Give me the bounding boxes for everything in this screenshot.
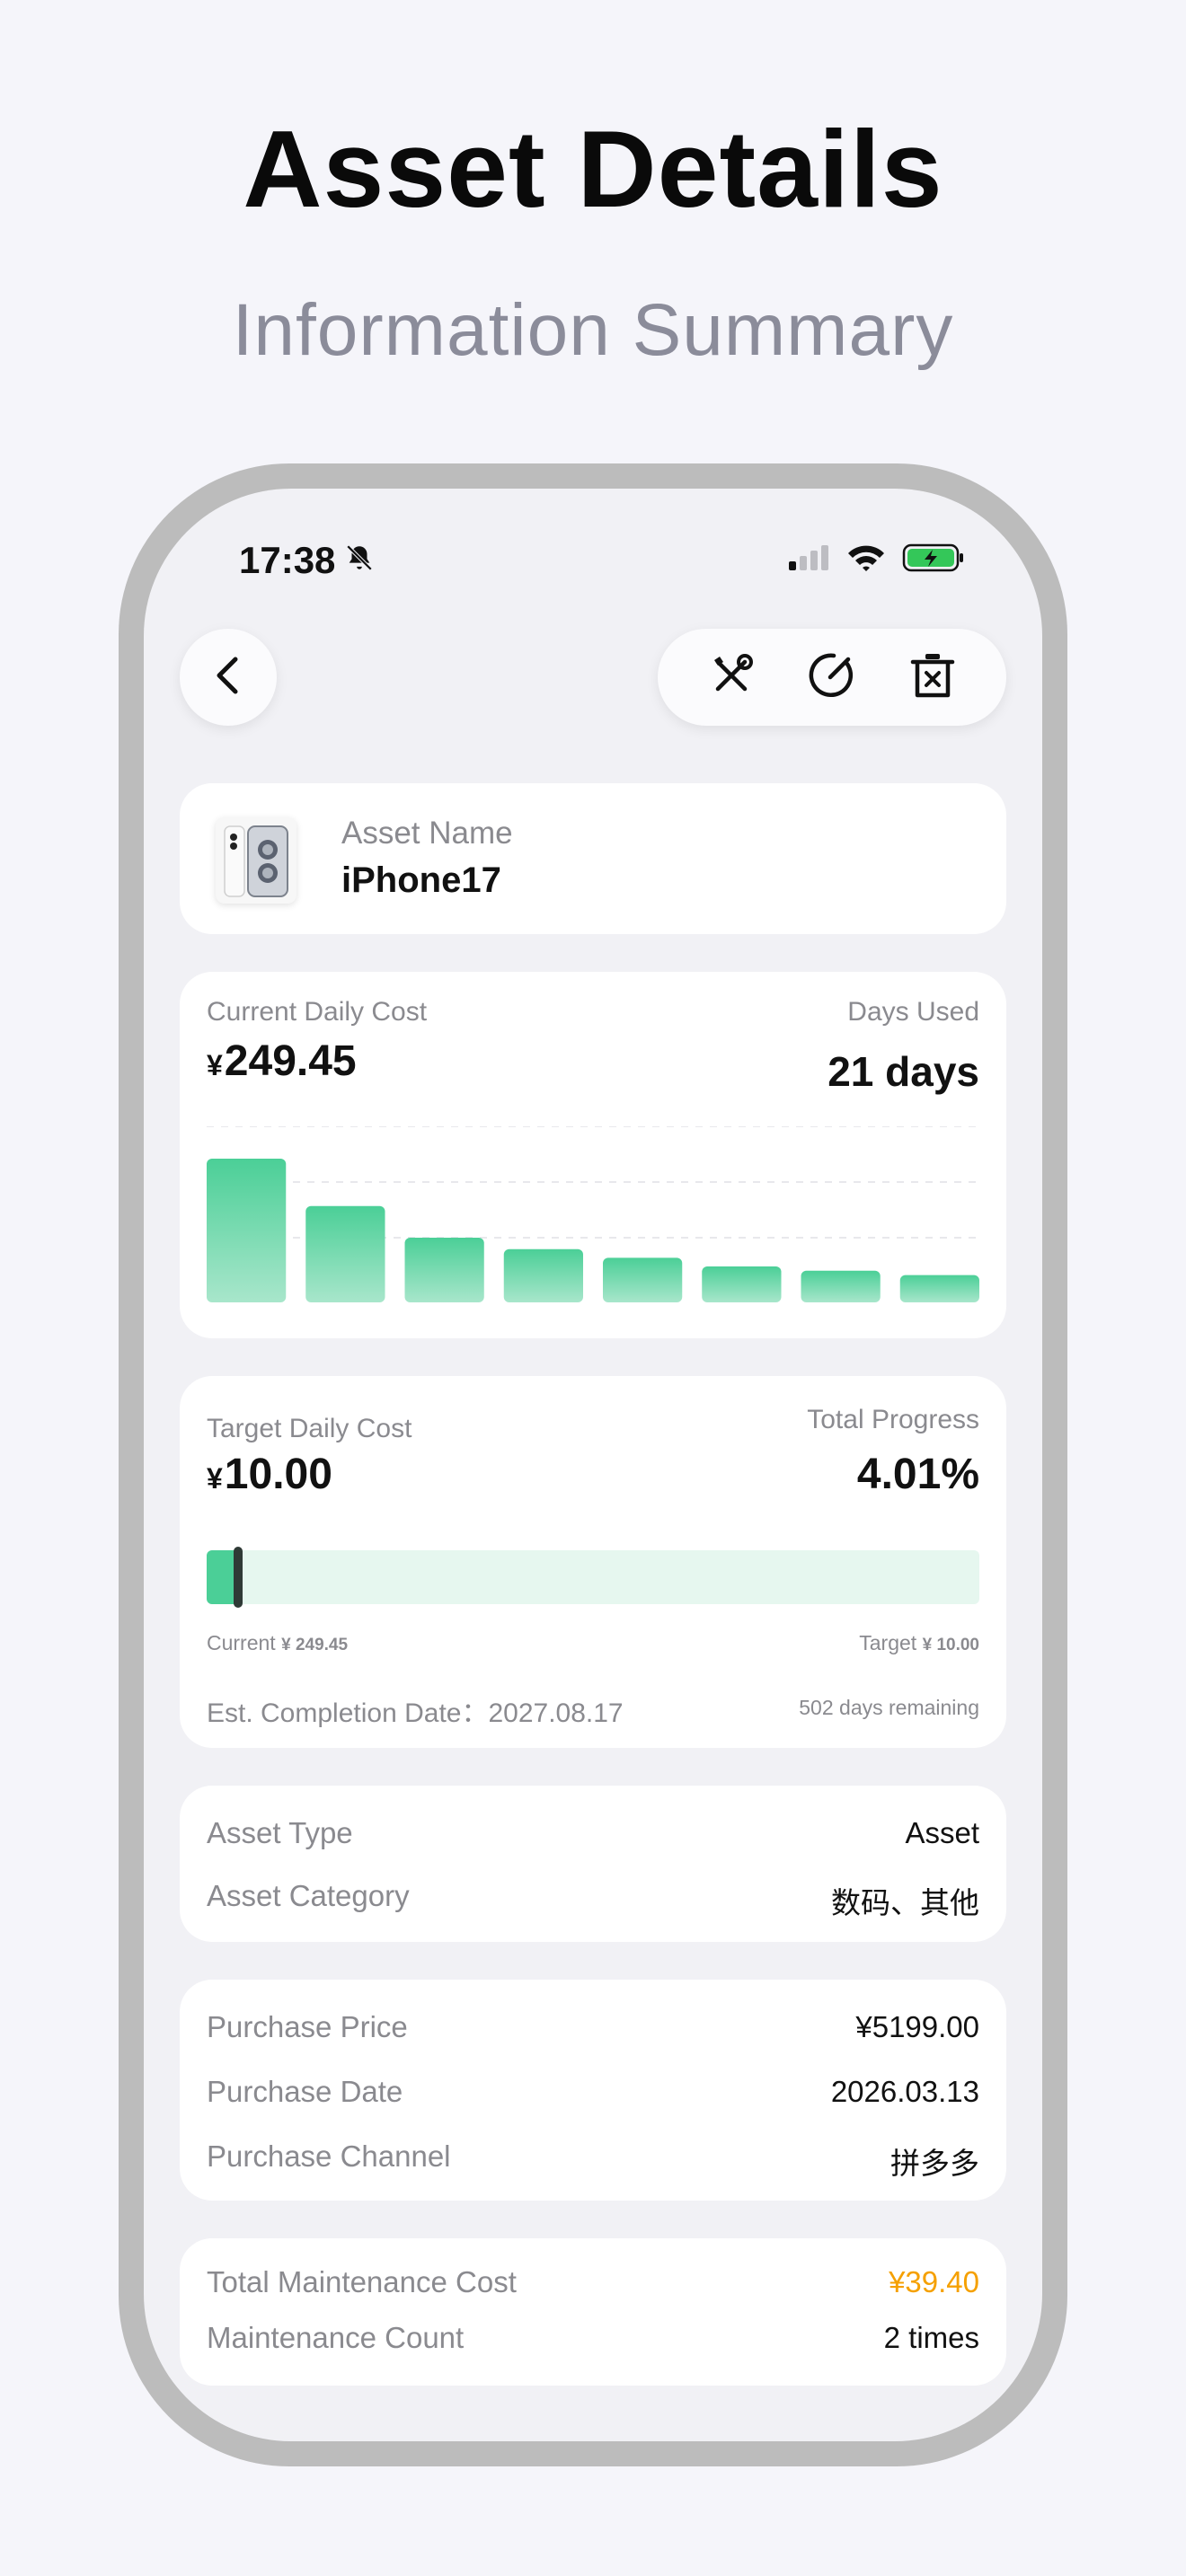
action-group xyxy=(658,629,1006,726)
total-progress-value: 4.01% xyxy=(856,1451,979,1498)
info-row-value: 2026.03.13 xyxy=(830,2075,979,2108)
current-note-label: Current xyxy=(207,1631,276,1654)
info-row: Asset Category 数码、其他 xyxy=(207,1879,979,1922)
progress-check-icon xyxy=(807,650,857,705)
currency-symbol: ¥ xyxy=(207,1049,223,1081)
info-row-key: Purchase Channel xyxy=(207,2139,451,2173)
asset-type-card: Asset Type Asset Asset Category 数码、其他 xyxy=(180,1786,1006,1942)
chart-bar xyxy=(404,1238,484,1302)
info-row-value: 数码、其他 xyxy=(831,1886,979,1919)
info-row: Purchase Price ¥5199.00 xyxy=(207,2010,979,2044)
info-row: Total Maintenance Cost ¥39.40 xyxy=(207,2265,979,2299)
est-completion-date: Est. Completion Date：2027.08.17 xyxy=(207,1698,624,1728)
chart-bar xyxy=(207,1159,287,1302)
target-daily-cost-value: ¥10.00 xyxy=(207,1450,332,1499)
target-daily-cost-label: Target Daily Cost xyxy=(207,1414,412,1443)
phone-screen: 17:38 Asset Name iPhone17 Current Daily … xyxy=(144,489,1042,2441)
battery-charging-icon xyxy=(902,543,965,578)
info-row: Asset Type Asset xyxy=(207,1816,979,1850)
delete-button[interactable] xyxy=(900,645,965,710)
status-time: 17:38 xyxy=(239,539,375,582)
info-row-key: Maintenance Count xyxy=(207,2321,465,2354)
days-remaining: 502 days remaining xyxy=(799,1696,979,1719)
info-row-value: ¥39.40 xyxy=(889,2265,979,2298)
page-subtitle: Information Summary xyxy=(232,289,954,371)
asset-thumbnail xyxy=(216,817,296,904)
bell-slash-icon xyxy=(344,539,375,582)
current-daily-cost-label: Current Daily Cost xyxy=(207,997,428,1027)
current-note: Current ¥ 249.45 xyxy=(207,1631,348,1655)
current-note-value: ¥ 249.45 xyxy=(281,1636,349,1654)
progress-fill xyxy=(207,1550,238,1604)
info-row-value: ¥5199.00 xyxy=(855,2010,979,2043)
currency-symbol: ¥ xyxy=(207,1462,223,1495)
chart-bar xyxy=(603,1257,683,1302)
asset-name-value: iPhone17 xyxy=(341,860,501,900)
progress-button[interactable] xyxy=(800,645,864,710)
asset-name-label: Asset Name xyxy=(341,816,513,851)
chart-bar xyxy=(503,1248,583,1302)
info-row-value: 拼多多 xyxy=(890,2147,979,2180)
status-time-text: 17:38 xyxy=(239,539,336,581)
chart-bar xyxy=(801,1270,881,1302)
wifi-icon xyxy=(846,543,886,577)
days-used-label: Days Used xyxy=(847,997,979,1027)
info-row-key: Asset Type xyxy=(207,1816,353,1849)
maintenance-card[interactable]: Total Maintenance Cost ¥39.40 Maintenanc… xyxy=(180,2238,1006,2386)
signal-icon xyxy=(787,543,830,577)
chevron-left-icon xyxy=(210,654,246,701)
total-progress-label: Total Progress xyxy=(807,1405,979,1434)
info-row-key: Total Maintenance Cost xyxy=(207,2265,517,2298)
page-title: Asset Details xyxy=(243,108,943,230)
chart-bar xyxy=(305,1205,385,1302)
info-row-key: Purchase Date xyxy=(207,2075,403,2108)
info-row-key: Asset Category xyxy=(207,1879,410,1912)
target-cost-amount: 10.00 xyxy=(224,1451,332,1498)
progress-handle xyxy=(234,1547,243,1608)
info-row-value: 2 times xyxy=(883,2321,979,2354)
days-used-value: 21 days xyxy=(828,1048,979,1095)
tools-icon xyxy=(707,651,756,704)
phone-frame: 17:38 Asset Name iPhone17 Current Daily … xyxy=(119,463,1067,2466)
delete-icon xyxy=(909,650,956,705)
target-cost-card: Target Daily Cost ¥10.00 Total Progress … xyxy=(180,1376,1006,1748)
back-button[interactable] xyxy=(180,629,277,726)
current-daily-cost-value: ¥249.45 xyxy=(207,1037,357,1086)
target-note: Target ¥ 10.00 xyxy=(859,1631,979,1655)
daily-cost-amount: 249.45 xyxy=(224,1037,357,1085)
info-row-key: Purchase Price xyxy=(207,2010,408,2043)
daily-cost-card: Current Daily Cost ¥249.45 Days Used 21 … xyxy=(180,972,1006,1338)
info-row: Maintenance Count 2 times xyxy=(207,2321,979,2355)
purchase-info-card: Purchase Price ¥5199.00 Purchase Date 20… xyxy=(180,1980,1006,2201)
chart-bar xyxy=(702,1266,782,1302)
info-row-value: Asset xyxy=(905,1816,979,1849)
asset-name-card[interactable]: Asset Name iPhone17 xyxy=(180,783,1006,934)
progress-bar xyxy=(207,1547,979,1608)
maintenance-button[interactable] xyxy=(699,645,764,710)
target-note-value: ¥ 10.00 xyxy=(922,1636,979,1654)
info-row: Purchase Channel 拼多多 xyxy=(207,2139,979,2183)
daily-cost-bar-chart xyxy=(207,1126,979,1302)
status-icons xyxy=(787,543,965,578)
chart-bar xyxy=(899,1275,979,1302)
info-row: Purchase Date 2026.03.13 xyxy=(207,2075,979,2109)
target-note-label: Target xyxy=(859,1631,917,1654)
